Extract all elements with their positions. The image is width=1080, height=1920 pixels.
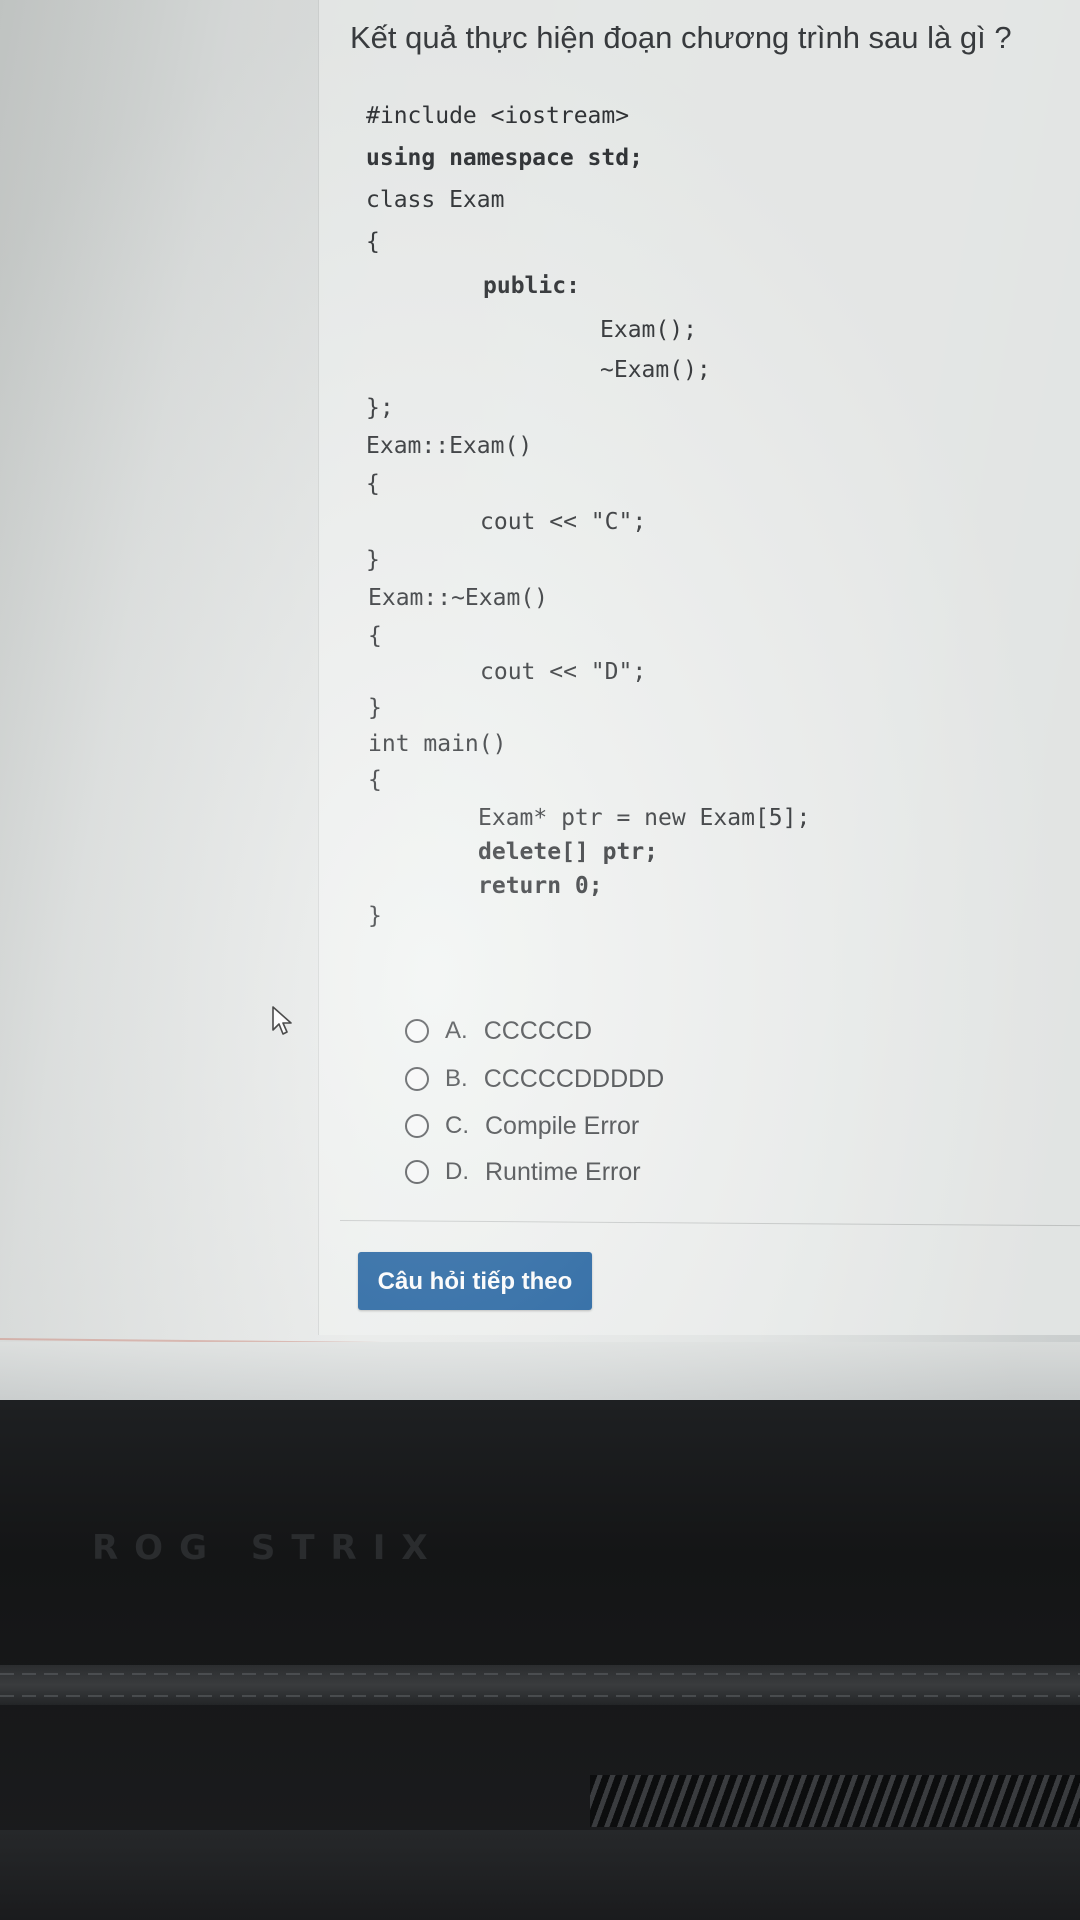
code-line: public: — [483, 273, 580, 299]
laptop-vent — [590, 1775, 1080, 1827]
code-line: ~Exam(); — [600, 357, 711, 383]
answer-option-c[interactable]: C. Compile Error — [405, 1111, 639, 1141]
next-question-button[interactable]: Câu hỏi tiếp theo — [358, 1252, 592, 1310]
answer-text: Runtime Error — [485, 1157, 641, 1186]
code-line: Exam::Exam() — [366, 433, 533, 459]
answer-text: Compile Error — [485, 1111, 640, 1140]
answer-letter: A. — [445, 1017, 468, 1044]
code-line: } — [368, 903, 382, 929]
answer-letter: D. — [445, 1158, 469, 1185]
code-line: int main() — [368, 731, 507, 757]
code-line: cout << "D"; — [480, 659, 647, 685]
answer-option-b[interactable]: B. CCCCCDDDDD — [405, 1064, 664, 1094]
code-line: { — [366, 229, 380, 255]
hinge-seam — [0, 1695, 1080, 1697]
code-line: { — [366, 471, 380, 497]
code-line: delete[] ptr; — [478, 839, 659, 865]
code-line: Exam(); — [600, 317, 697, 343]
code-line: #include <iostream> — [366, 103, 630, 129]
laptop-brand-logo: ROG STRIX — [92, 1528, 444, 1568]
laptop-body — [0, 1830, 1080, 1920]
code-line: using namespace std; — [366, 145, 643, 171]
answer-text: CCCCCD — [483, 1016, 593, 1045]
question-title: Kết quả thực hiện đoạn chương trình sau … — [350, 20, 1012, 55]
page-footer — [0, 1342, 1080, 1400]
code-line: Exam* ptr = new Exam[5]; — [478, 805, 811, 831]
radio-unchecked-icon[interactable] — [405, 1114, 429, 1138]
code-line: Exam::~Exam() — [368, 585, 549, 611]
answer-letter: C. — [445, 1112, 469, 1139]
code-line: cout << "C"; — [480, 509, 647, 535]
radio-unchecked-icon[interactable] — [405, 1067, 429, 1091]
code-line: { — [368, 767, 382, 793]
answer-text: CCCCCDDDDD — [483, 1064, 665, 1093]
radio-unchecked-icon[interactable] — [405, 1019, 429, 1043]
code-line: }; — [366, 395, 394, 421]
mouse-pointer-icon — [272, 1006, 294, 1041]
code-line: class Exam — [366, 187, 505, 213]
answer-letter: B. — [445, 1065, 468, 1092]
radio-unchecked-icon[interactable] — [405, 1160, 429, 1184]
code-line: { — [368, 623, 382, 649]
hinge-seam — [0, 1673, 1080, 1675]
answer-option-d[interactable]: D. Runtime Error — [405, 1157, 641, 1187]
answer-option-a[interactable]: A. CCCCCD — [405, 1016, 592, 1046]
code-line: return 0; — [478, 873, 603, 899]
laptop-hinge — [0, 1665, 1080, 1705]
code-line: } — [366, 547, 380, 573]
code-line: } — [368, 695, 382, 721]
screen: Kết quả thực hiện đoạn chương trình sau … — [0, 0, 1080, 1400]
